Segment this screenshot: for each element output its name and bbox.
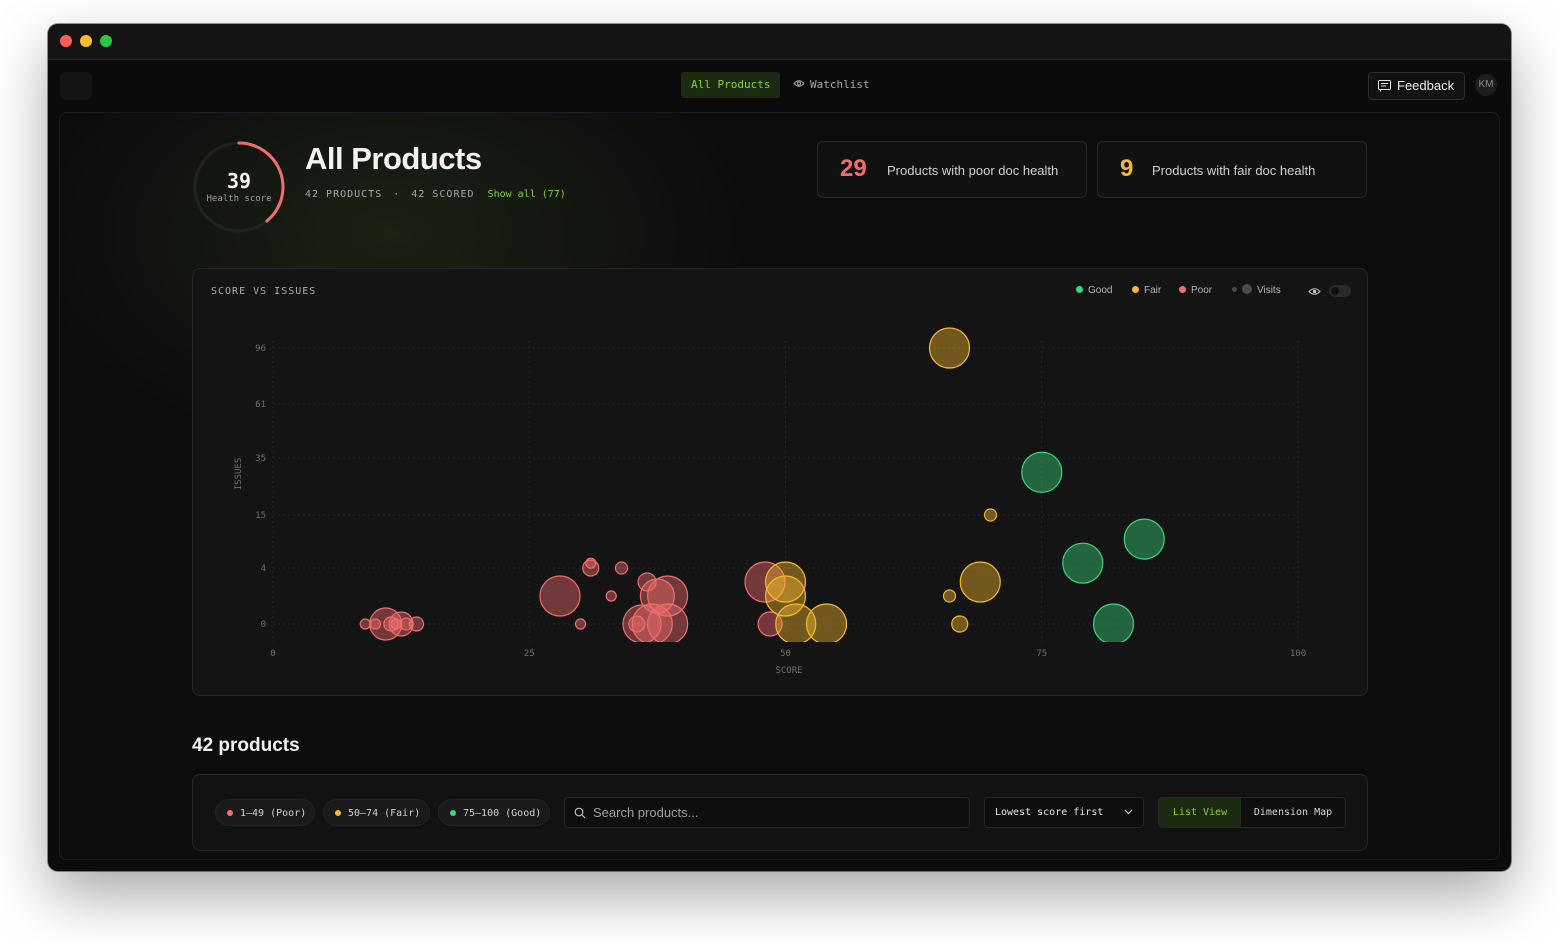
sort-value: Lowest score first (995, 807, 1104, 818)
x-tick-label: 25 (524, 649, 535, 659)
data-point-poor[interactable] (585, 557, 597, 569)
x-tick-label: 50 (780, 649, 791, 659)
dimension-map-button[interactable]: Dimension Map (1241, 798, 1345, 827)
tab-all-products[interactable]: All Products (681, 72, 781, 98)
close-window-button[interactable] (60, 35, 72, 47)
view-toggle: List View Dimension Map (1158, 797, 1346, 828)
data-point-fair[interactable] (805, 603, 848, 644)
data-point-fair[interactable] (983, 508, 998, 522)
fair-label: Products with fair doc health (1152, 163, 1316, 178)
good-dot (450, 810, 456, 816)
y-axis-label: ISSUES (234, 458, 244, 491)
top-nav: All Products Watchlist Feedback KM (48, 60, 1511, 112)
filter-fair-label: 50–74 (Fair) (348, 808, 421, 819)
main-content: 39 Health score All Products 42 PRODUCTS… (59, 112, 1500, 860)
minimize-window-button[interactable] (80, 35, 92, 47)
y-tick-label: 4 (261, 564, 266, 574)
x-tick-label: 100 (1290, 649, 1306, 659)
poor-label: Products with poor doc health (887, 163, 1059, 178)
data-point-fair[interactable] (928, 327, 971, 369)
data-point-poor[interactable] (605, 590, 617, 602)
filter-good-label: 75–100 (Good) (463, 808, 542, 819)
maximize-window-button[interactable] (100, 35, 112, 47)
poor-health-card[interactable]: 29 Products with poor doc health (817, 141, 1087, 198)
products-heading: 42 products (192, 735, 300, 756)
product-meta: 42 PRODUCTS · 42 SCORED Show all (77) (305, 189, 566, 200)
meta-separator: · (393, 189, 401, 200)
x-axis-ticks: 0 25 50 75 100 (270, 649, 1306, 659)
page-title: All Products (305, 141, 482, 176)
fair-dot (335, 810, 341, 816)
x-tick-label: 75 (1036, 649, 1047, 659)
y-tick-label: 96 (255, 344, 266, 354)
data-points (359, 327, 1165, 644)
sort-select[interactable]: Lowest score first (984, 797, 1144, 828)
health-score-value: 39 (226, 169, 252, 193)
products-count: 42 PRODUCTS (305, 189, 383, 200)
data-point-poor[interactable] (647, 603, 689, 644)
y-tick-label: 0 (261, 620, 266, 630)
title-bar (48, 24, 1511, 60)
data-point-fair[interactable] (951, 615, 969, 633)
filter-poor-label: 1–49 (Poor) (240, 808, 307, 819)
data-point-poor[interactable] (359, 618, 371, 630)
app-window: All Products Watchlist Feedback KM 39 He… (48, 24, 1511, 871)
poor-dot (227, 810, 233, 816)
y-axis-ticks: 0 4 15 35 61 96 (255, 344, 266, 630)
scored-count: 42 SCORED (411, 189, 475, 200)
filter-poor-chip[interactable]: 1–49 (Poor) (215, 799, 315, 826)
search-input[interactable] (593, 798, 963, 827)
data-point-poor[interactable] (574, 618, 587, 630)
y-tick-label: 61 (255, 400, 266, 410)
data-point-good[interactable] (1062, 542, 1104, 584)
score-vs-issues-chart: SCORE VS ISSUES Good Fair Poor Visits 04… (192, 268, 1368, 696)
fair-count: 9 (1120, 155, 1134, 182)
health-score-label: Health score (206, 194, 272, 204)
feedback-label: Feedback (1397, 78, 1455, 93)
eye-icon (793, 72, 805, 98)
data-point-poor[interactable] (408, 616, 425, 632)
y-tick-label: 15 (255, 511, 266, 521)
data-point-poor[interactable] (614, 561, 629, 575)
search-box[interactable] (564, 797, 970, 828)
data-point-fair[interactable] (959, 561, 1001, 603)
data-point-good[interactable] (1123, 518, 1165, 560)
y-tick-label: 35 (255, 454, 266, 464)
data-point-good[interactable] (1021, 451, 1063, 493)
app-logo[interactable] (60, 72, 92, 100)
product-filter-bar: 1–49 (Poor) 50–74 (Fair) 75–100 (Good) L… (192, 774, 1368, 851)
feedback-button[interactable]: Feedback (1368, 72, 1465, 100)
filter-fair-chip[interactable]: 50–74 (Fair) (323, 799, 430, 826)
tab-watchlist[interactable]: Watchlist (783, 72, 880, 98)
filter-good-chip[interactable]: 75–100 (Good) (438, 799, 550, 826)
scatter-plot: 0 4 15 35 61 96 0 25 50 75 100 SCORE ISSUES (234, 327, 1306, 676)
tab-all-products-label: All Products (691, 78, 771, 91)
poor-count: 29 (840, 155, 867, 182)
user-avatar[interactable]: KM (1475, 74, 1497, 96)
data-point-fair[interactable] (942, 589, 957, 603)
show-all-link[interactable]: Show all (77) (488, 189, 566, 200)
data-point-poor[interactable] (539, 575, 581, 617)
data-point-good[interactable] (1092, 603, 1135, 644)
tab-watchlist-label: Watchlist (810, 78, 870, 91)
x-tick-label: 0 (270, 649, 275, 659)
list-view-button[interactable]: List View (1159, 798, 1241, 827)
fair-health-card[interactable]: 9 Products with fair doc health (1097, 141, 1367, 198)
x-axis-label: SCORE (775, 666, 802, 676)
